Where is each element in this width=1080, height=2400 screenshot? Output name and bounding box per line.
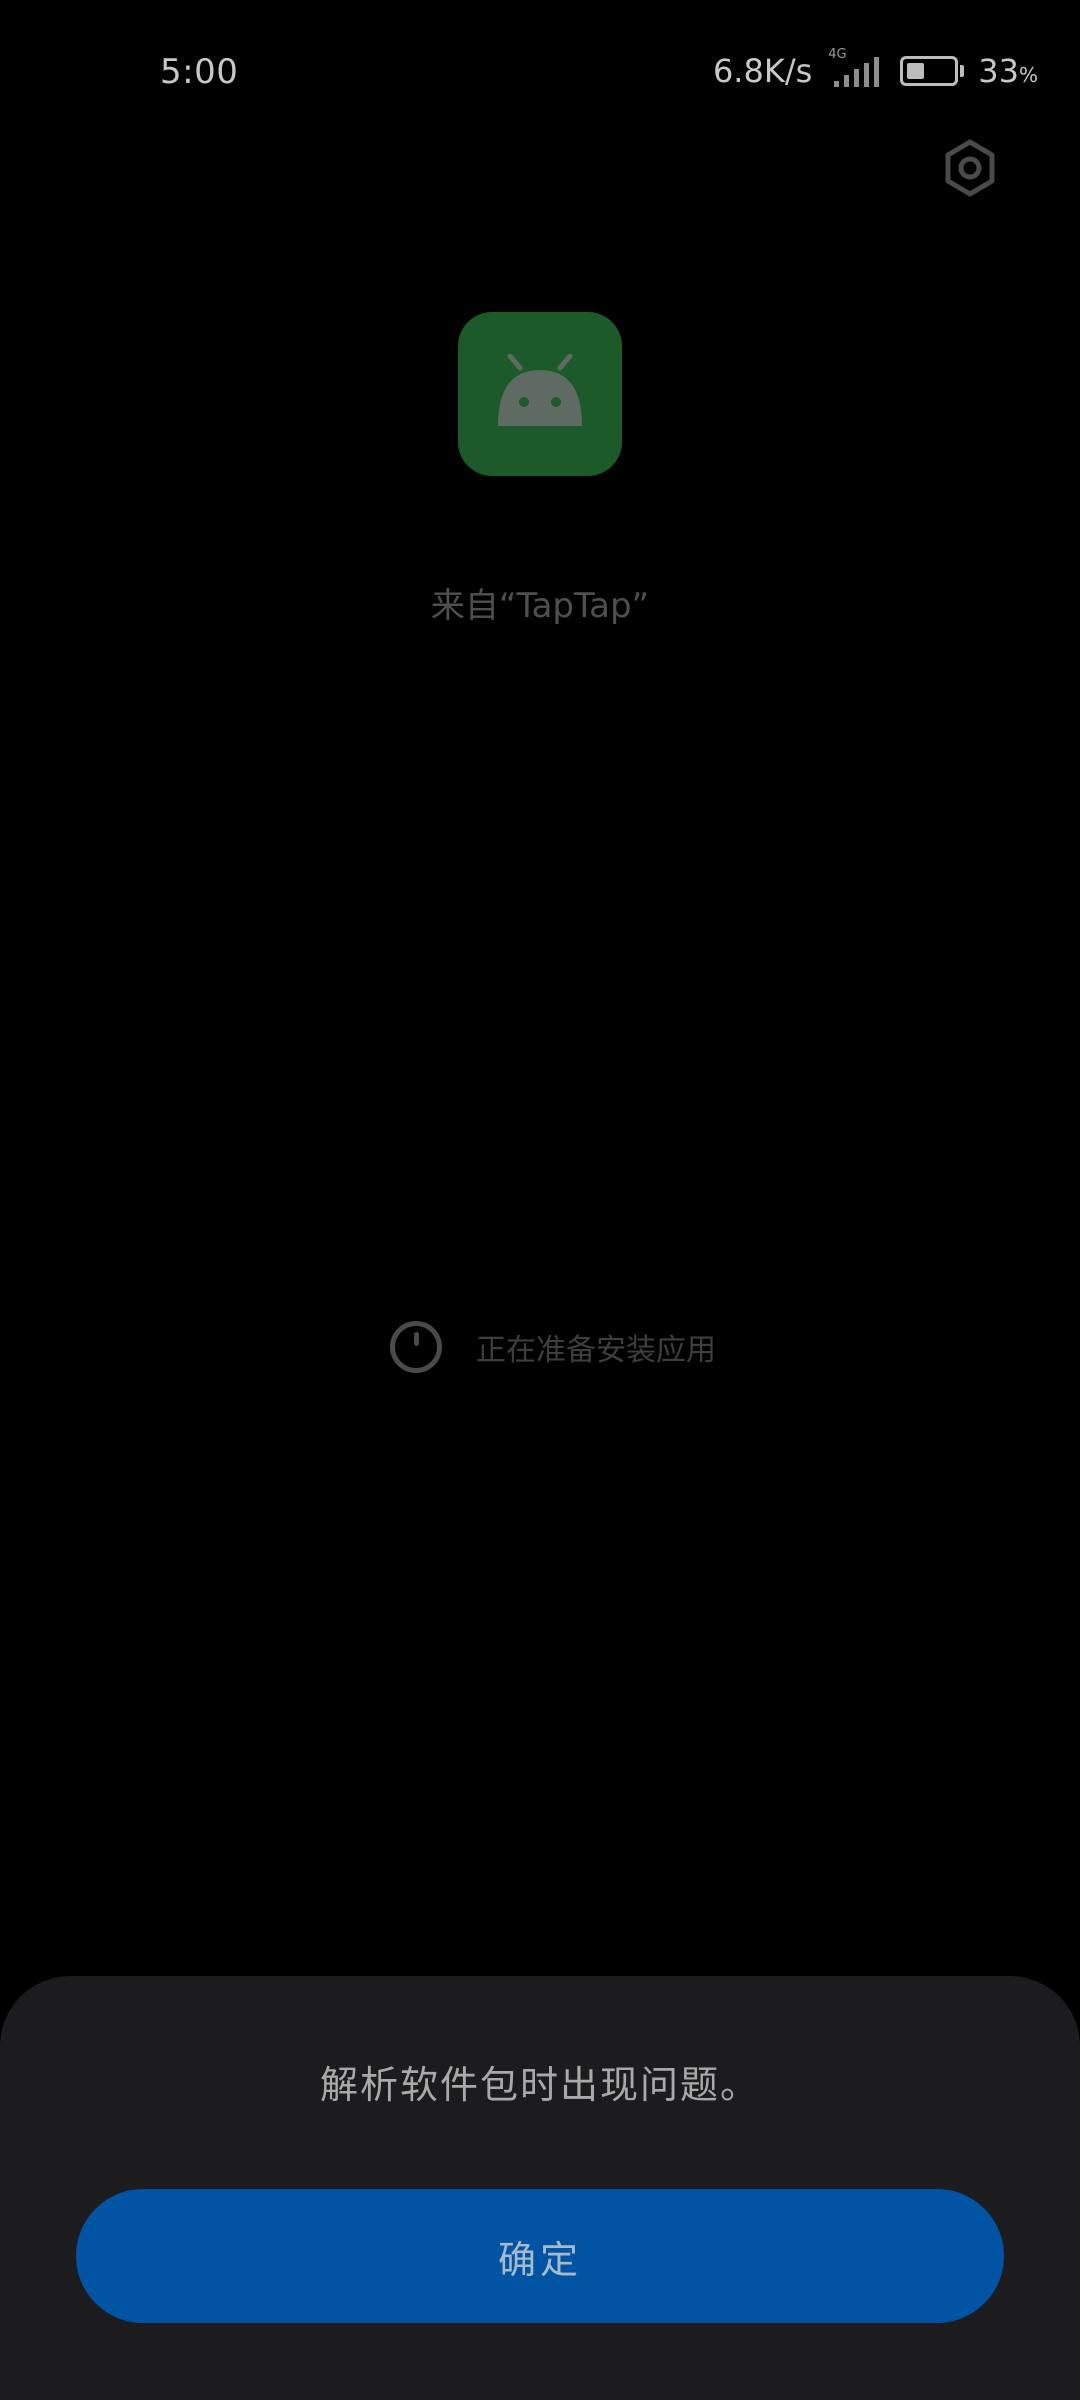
battery-percent: 33% bbox=[978, 52, 1038, 90]
battery-level bbox=[907, 63, 925, 79]
spinner-icon bbox=[390, 1321, 442, 1373]
network-speed: 6.8K/s bbox=[712, 52, 813, 90]
cellular-signal-icon: 4G bbox=[826, 47, 886, 91]
android-icon bbox=[498, 354, 582, 426]
status-bar: 5:00 6.8K/s 4G 33% bbox=[0, 0, 1080, 150]
error-dialog: 解析软件包时出现问题。 确定 bbox=[0, 1976, 1080, 2400]
error-message: 解析软件包时出现问题。 bbox=[319, 2063, 760, 2107]
network-type-label: 4G bbox=[828, 47, 847, 62]
install-progress: 正在准备安装应用 bbox=[390, 1316, 716, 1378]
app-source-label: 来自“TapTap” bbox=[430, 586, 650, 626]
settings-button[interactable] bbox=[940, 138, 1000, 198]
status-indicators: 6.8K/s 4G 33% bbox=[712, 47, 1038, 94]
status-time: 5:00 bbox=[160, 52, 239, 92]
gear-icon bbox=[945, 139, 995, 197]
battery-icon bbox=[900, 56, 965, 86]
app-icon bbox=[458, 312, 622, 476]
progress-text: 正在准备安装应用 bbox=[476, 1333, 716, 1368]
confirm-button[interactable]: 确定 bbox=[76, 2189, 1004, 2323]
